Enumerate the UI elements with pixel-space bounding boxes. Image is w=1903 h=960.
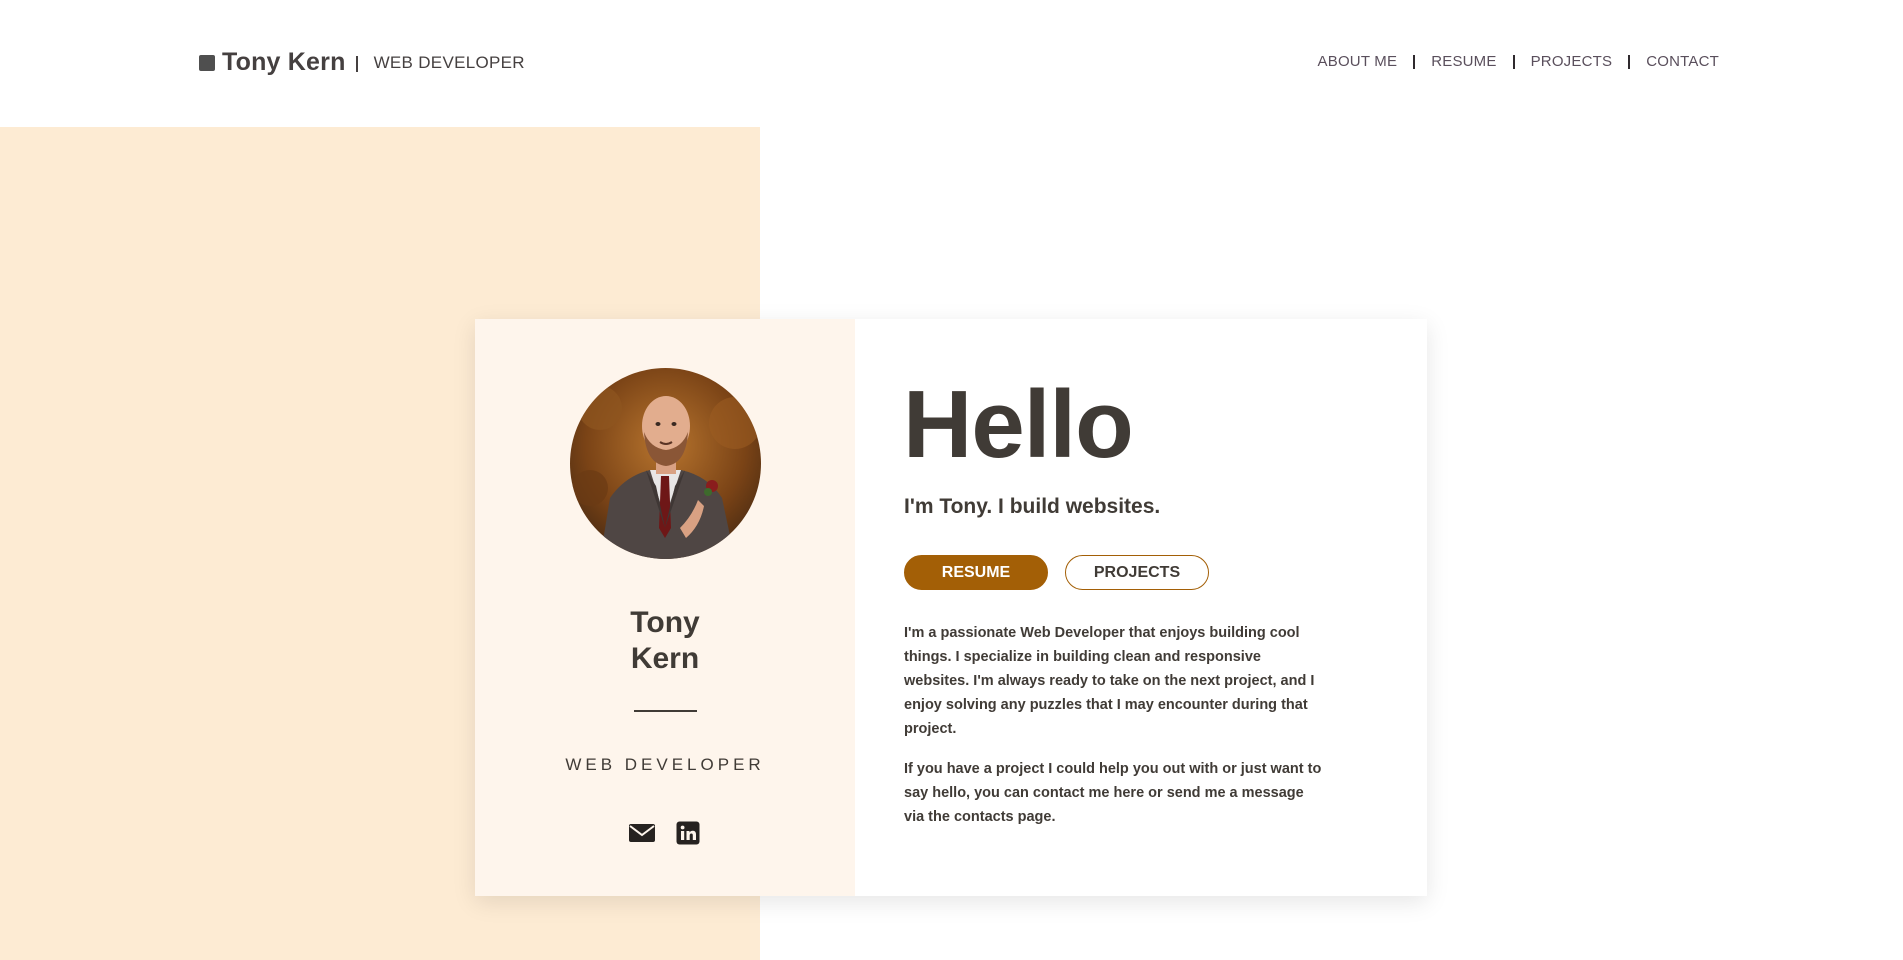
nav-resume[interactable]: RESUME: [1431, 53, 1496, 70]
avatar-photo: [570, 368, 761, 559]
bio-paragraph: If you have a project I could help you o…: [904, 761, 1322, 825]
brand-name: Tony Kern: [222, 48, 346, 76]
nav-projects[interactable]: PROJECTS: [1531, 53, 1613, 70]
main-nav: ABOUT ME RESUME PROJECTS CONTACT: [1318, 53, 1719, 70]
nav-separator: [1512, 54, 1515, 69]
brand-separator: [355, 55, 358, 72]
brand-role: WEB DEVELOPER: [373, 52, 525, 72]
tagline: I'm Tony. I build websites.: [904, 495, 1161, 518]
page: Tony Kern WEB DEVELOPER ABOUT ME RESUME …: [0, 0, 1903, 960]
nav-separator: [1628, 54, 1631, 69]
logo-square-icon: [199, 54, 215, 71]
email-icon[interactable]: [629, 821, 655, 845]
profile-card-sidebar: Tony Kern WEB DEVELOPER: [475, 319, 855, 896]
brand[interactable]: Tony Kern WEB DEVELOPER: [199, 48, 525, 77]
projects-button[interactable]: PROJECTS: [1065, 555, 1209, 590]
social-links: [475, 821, 855, 845]
profile-name: Tony Kern: [475, 605, 855, 677]
profile-card-content: Hello I'm Tony. I build websites. RESUME…: [855, 319, 1427, 896]
nav-separator: [1413, 54, 1416, 69]
bio: I'm a passionate Web Developer that enjo…: [904, 621, 1324, 845]
resume-button[interactable]: RESUME: [904, 555, 1048, 590]
profile-last-name: Kern: [630, 642, 700, 675]
bio-paragraph: I'm a passionate Web Developer that enjo…: [904, 625, 1315, 737]
cta-buttons: RESUME PROJECTS: [904, 555, 1209, 590]
hello-heading: Hello: [903, 371, 1134, 478]
profile-role: WEB DEVELOPER: [565, 755, 765, 774]
nav-contact[interactable]: CONTACT: [1646, 53, 1719, 70]
linkedin-icon[interactable]: [675, 821, 701, 845]
avatar: [570, 368, 761, 559]
nav-about-me[interactable]: ABOUT ME: [1318, 53, 1398, 70]
site-header: Tony Kern WEB DEVELOPER ABOUT ME RESUME …: [0, 0, 1903, 126]
name-divider: [634, 710, 697, 712]
profile-first-name: Tony: [630, 606, 700, 639]
profile-card: Tony Kern WEB DEVELOPER Hello I'm Tony. …: [475, 319, 1427, 896]
